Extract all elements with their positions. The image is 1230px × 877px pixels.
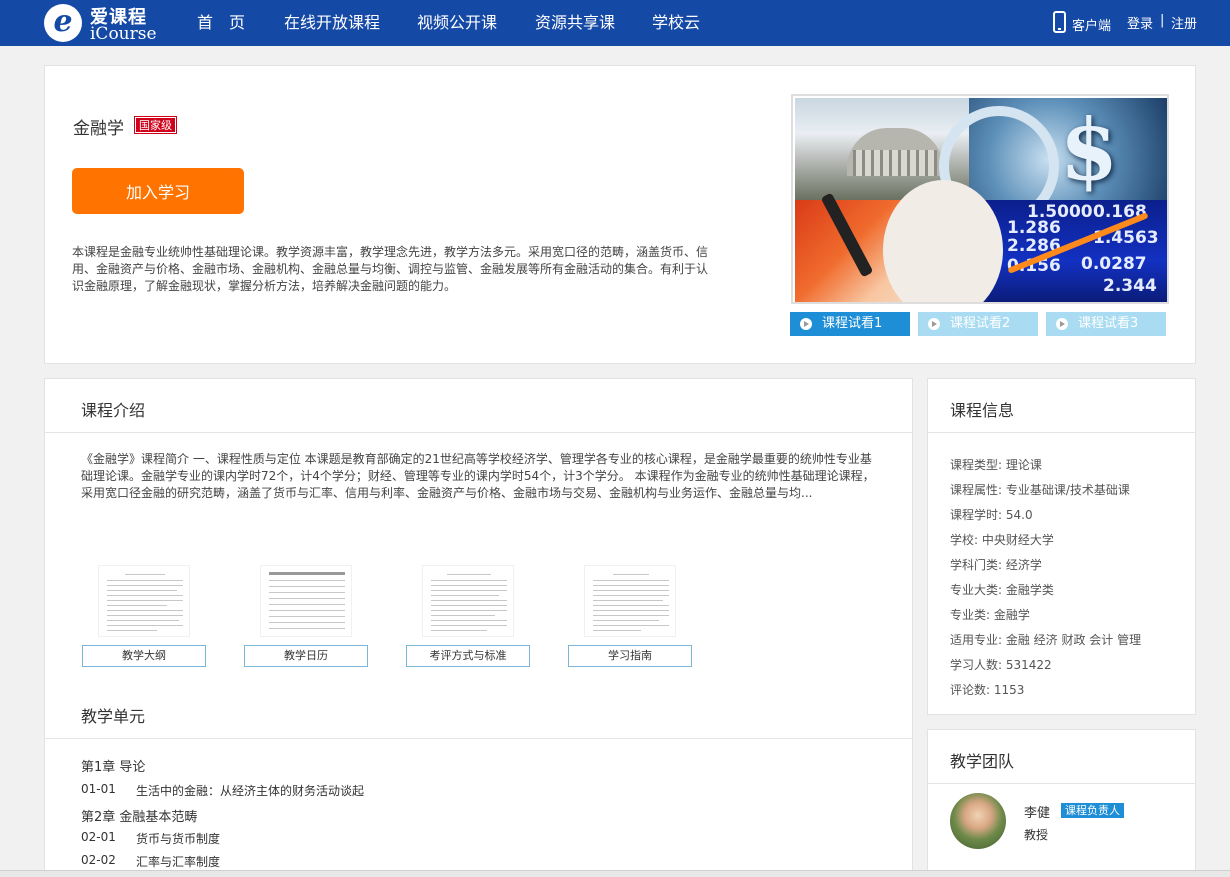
join-course-button[interactable]: 加入学习 [72, 168, 244, 214]
trial-label: 课程试看1 [822, 316, 883, 331]
info-header: 课程信息 [928, 379, 1195, 433]
assessment-criteria-document[interactable]: 考评方式与标准 [406, 561, 530, 667]
intro-header: 课程介绍 [45, 379, 912, 433]
team-heading: 教学团队 [950, 752, 1015, 771]
play-icon [928, 318, 940, 330]
document-thumbnail [260, 565, 352, 637]
national-level-badge: 国家级 [134, 116, 177, 134]
intro-heading: 课程介绍 [81, 401, 146, 420]
units-header: 教学单元 [45, 685, 912, 739]
nav-video-open-courses[interactable]: 视频公开课 [417, 0, 497, 46]
board-number: 1.286 [1007, 218, 1061, 238]
login-link[interactable]: 登录 [1127, 13, 1153, 32]
info-school: 学校: 中央财经大学 [950, 533, 1054, 547]
nav-resource-sharing-courses[interactable]: 资源共享课 [535, 0, 615, 46]
client-label: 客户端 [1072, 19, 1112, 34]
course-info-panel: 课程信息 课程类型: 理论课 课程属性: 专业基础课/技术基础课 课程学时: 5… [927, 378, 1196, 715]
teaching-team-panel: 教学团队 李健 课程负责人 教授 [927, 729, 1196, 877]
nav-home[interactable]: 首 页 [197, 0, 245, 46]
board-number: 2.344 [1103, 276, 1157, 296]
nav-online-open-courses[interactable]: 在线开放课程 [284, 0, 380, 46]
info-learner-count: 学习人数: 531422 [950, 658, 1052, 672]
chapter-title: 第1章 导论 [81, 760, 146, 775]
info-course-hours: 课程学时: 54.0 [950, 508, 1033, 522]
teacher-name[interactable]: 李健 [1024, 802, 1050, 821]
teacher-title: 教授 [1024, 828, 1049, 842]
chapter-title: 第2章 金融基本范畴 [81, 810, 198, 825]
lesson-title: 生活中的金融：从经济主体的财务活动谈起 [136, 784, 365, 798]
info-comment-count: 评论数: 1153 [950, 683, 1025, 697]
course-leader-badge: 课程负责人 [1061, 803, 1124, 818]
document-thumbnail [422, 565, 514, 637]
study-guide-document[interactable]: 学习指南 [568, 561, 692, 667]
document-thumbnail [98, 565, 190, 637]
document-caption: 教学大纲 [82, 645, 206, 667]
logo-en-text: iCourse [90, 24, 157, 44]
register-link[interactable]: 注册 [1171, 13, 1197, 32]
lesson-number: 01-01 [81, 782, 116, 796]
lesson-number: 02-02 [81, 853, 116, 867]
document-caption: 学习指南 [568, 645, 692, 667]
mobile-phone-icon [1053, 11, 1066, 33]
play-icon [800, 318, 812, 330]
syllabus-document[interactable]: 教学大纲 [82, 561, 206, 667]
lesson-title: 汇率与汇率制度 [136, 855, 221, 869]
lesson-title: 货币与货币制度 [136, 832, 221, 846]
trial-video-2-button[interactable]: 课程试看2 [918, 312, 1038, 336]
info-heading: 课程信息 [950, 401, 1015, 420]
team-header: 教学团队 [928, 730, 1195, 784]
board-number: 0.0287 [1081, 254, 1147, 274]
info-course-attribute: 课程属性: 专业基础课/技术基础课 [950, 483, 1130, 497]
horizontal-scrollbar[interactable] [0, 870, 1230, 877]
teaching-calendar-document[interactable]: 教学日历 [244, 561, 368, 667]
icourse-logo[interactable]: e 爱课程 iCourse [44, 2, 159, 44]
course-intro-panel: 课程介绍 《金融学》课程简介 一、课程性质与定位 本课题是教育部确定的21世纪高… [44, 378, 913, 877]
nav-school-cloud[interactable]: 学校云 [652, 0, 700, 46]
info-major-category: 专业大类: 金融学类 [950, 583, 1054, 597]
course-cover-image[interactable]: $ 1.5000 0.168 1.286 1.4563 2.286 0.156 … [791, 94, 1169, 304]
units-heading: 教学单元 [81, 707, 146, 726]
intro-text: 《金融学》课程简介 一、课程性质与定位 本课题是教育部确定的21世纪高等学校经济… [81, 452, 875, 500]
logo-e-icon: e [44, 4, 82, 42]
teacher-avatar[interactable] [950, 793, 1006, 849]
document-caption: 教学日历 [244, 645, 368, 667]
trial-video-3-button[interactable]: 课程试看3 [1046, 312, 1166, 336]
play-icon [1056, 318, 1068, 330]
top-navigation: e 爱课程 iCourse 首 页 在线开放课程 视频公开课 资源共享课 学校云… [0, 0, 1230, 46]
stock-board-image: 1.5000 0.168 1.286 1.4563 2.286 0.156 0.… [883, 180, 1167, 302]
document-thumbnail [584, 565, 676, 637]
trial-video-1-button[interactable]: 课程试看1 [790, 312, 910, 336]
info-major-class: 专业类: 金融学 [950, 608, 1030, 622]
trial-label: 课程试看3 [1078, 316, 1139, 331]
trial-label: 课程试看2 [950, 316, 1011, 331]
login-register-separator: | [1160, 13, 1165, 28]
currency-symbols-image: $ [939, 98, 1167, 226]
course-title: 金融学 [73, 119, 124, 139]
info-applicable-majors: 适用专业: 金融 经济 财政 会计 管理 [950, 633, 1142, 647]
course-description: 本课程是金融专业统帅性基础理论课。教学资源丰富，教学理念先进，教学方法多元。采用… [72, 245, 709, 293]
lesson-number: 02-01 [81, 830, 116, 844]
document-caption: 考评方式与标准 [406, 645, 530, 667]
course-hero-panel: 金融学 国家级 加入学习 本课程是金融专业统帅性基础理论课。教学资源丰富，教学理… [44, 65, 1196, 364]
info-course-type: 课程类型: 理论课 [950, 458, 1042, 472]
info-discipline: 学科门类: 经济学 [950, 558, 1042, 572]
